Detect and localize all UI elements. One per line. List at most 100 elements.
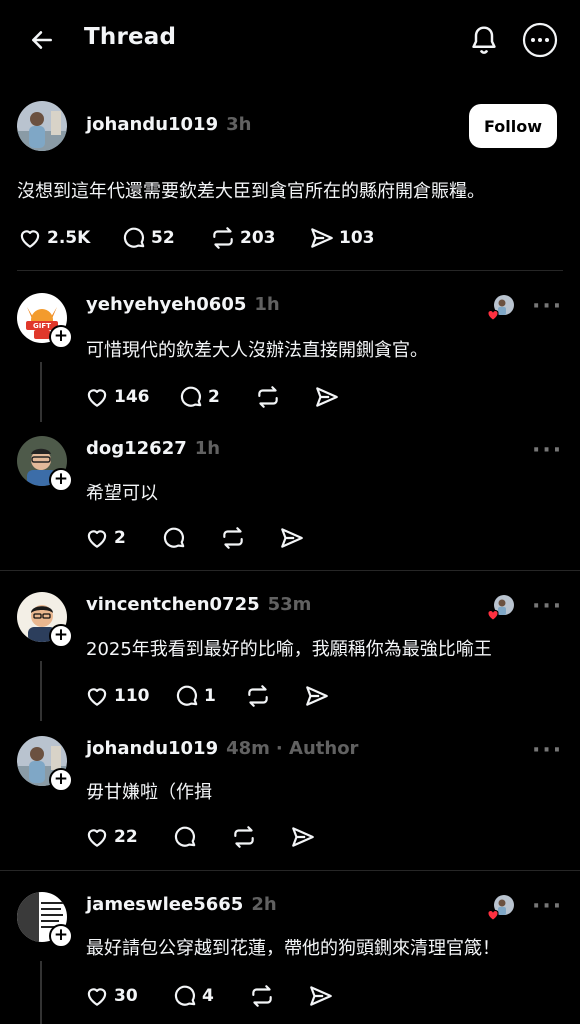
reply-text: 最好請包公穿越到花蓮，帶他的狗頭鍘來清理官箴！ — [86, 938, 500, 959]
like-count: 22 — [114, 827, 138, 847]
thread-line — [40, 661, 42, 721]
repost-icon — [258, 386, 278, 408]
heart-icon — [87, 829, 107, 847]
follow-plus-button[interactable]: + — [49, 768, 73, 792]
divider — [17, 270, 563, 271]
repost-icon — [248, 685, 268, 707]
repost-button[interactable] — [220, 525, 246, 551]
bell-icon — [472, 26, 496, 54]
comment-count: 52 — [151, 228, 175, 248]
heart-icon — [487, 310, 499, 321]
comment-icon — [180, 386, 202, 407]
comment-icon — [174, 826, 196, 847]
username[interactable]: dog12627 — [86, 438, 187, 459]
username[interactable]: johandu1019 — [86, 738, 218, 759]
more-options-button[interactable]: ··· — [532, 294, 563, 319]
timestamp: 1h — [194, 438, 221, 459]
heart-icon — [487, 910, 499, 921]
send-icon — [316, 387, 338, 407]
avatar[interactable] — [17, 101, 67, 151]
comment-icon — [163, 527, 185, 548]
like-count: 30 — [114, 986, 138, 1006]
reply-author-row: dog12627 1h — [86, 438, 220, 459]
timestamp: 1h — [254, 294, 280, 315]
like-button[interactable]: 2 — [84, 525, 126, 551]
follow-plus-button[interactable]: + — [49, 924, 73, 948]
send-icon — [310, 986, 332, 1006]
like-count: 110 — [114, 686, 150, 706]
more-circle-icon — [522, 22, 558, 58]
comment-button[interactable]: 52 — [121, 225, 175, 251]
more-options-button[interactable]: ··· — [532, 738, 563, 763]
heart-icon — [87, 530, 107, 548]
share-button[interactable] — [308, 983, 334, 1009]
comment-count: 1 — [204, 686, 216, 706]
page-title: Thread — [84, 24, 177, 50]
reply-text: 毋甘嫌啦（作揖 — [86, 782, 212, 803]
comment-button[interactable]: 2 — [178, 384, 220, 410]
repost-button[interactable] — [255, 384, 281, 410]
like-count: 2 — [114, 528, 126, 548]
notifications-button[interactable] — [466, 22, 502, 58]
like-button[interactable]: 110 — [84, 683, 150, 709]
follow-button[interactable]: Follow — [469, 104, 557, 148]
timestamp: 48m — [226, 738, 270, 759]
more-options-button[interactable] — [522, 22, 558, 58]
repost-button[interactable] — [249, 983, 275, 1009]
follow-plus-button[interactable]: + — [49, 624, 73, 648]
heart-icon — [87, 688, 107, 706]
back-button[interactable] — [26, 24, 58, 56]
username[interactable]: vincentchen0725 — [86, 594, 260, 615]
repost-button[interactable] — [231, 824, 257, 850]
liked-by-author-avatar — [486, 594, 516, 624]
liked-by-author-avatar — [486, 894, 516, 924]
repost-button[interactable] — [245, 683, 271, 709]
send-icon — [281, 528, 303, 548]
share-button[interactable] — [279, 525, 305, 551]
back-arrow-icon — [32, 31, 52, 49]
like-button[interactable]: 2.5K — [17, 225, 90, 251]
reply-text: 可惜現代的欽差大人沒辦法直接開鍘貪官。 — [86, 340, 428, 361]
repost-button[interactable]: 203 — [210, 225, 276, 251]
timestamp: 53m — [267, 594, 312, 615]
comment-icon — [123, 227, 145, 248]
post-text: 沒想到這年代還需要欽差大臣到貪官所在的縣府開倉賑糧。 — [17, 181, 485, 202]
heart-icon — [20, 230, 40, 248]
like-button[interactable]: 22 — [84, 824, 138, 850]
send-icon — [306, 686, 328, 706]
divider — [0, 870, 580, 871]
share-button[interactable] — [304, 683, 330, 709]
share-button[interactable] — [290, 824, 316, 850]
repost-icon — [234, 826, 254, 848]
author-tag: · Author — [275, 738, 359, 759]
username[interactable]: jameswlee5665 — [86, 894, 243, 915]
comment-count: 4 — [202, 986, 214, 1006]
comment-button[interactable]: 4 — [172, 983, 214, 1009]
comment-button[interactable] — [172, 824, 198, 850]
share-button[interactable] — [314, 384, 340, 410]
like-button[interactable]: 30 — [84, 983, 138, 1009]
like-button[interactable]: 146 — [84, 384, 150, 410]
divider — [0, 570, 580, 571]
more-options-button[interactable]: ··· — [532, 594, 563, 619]
comment-count: 2 — [208, 387, 220, 407]
heart-icon — [87, 389, 107, 407]
heart-icon — [487, 610, 499, 621]
username[interactable]: johandu1019 — [86, 114, 218, 135]
more-options-button[interactable]: ··· — [532, 894, 563, 919]
repost-icon — [223, 527, 243, 549]
reply-author-row: jameswlee5665 2h — [86, 894, 277, 915]
thread-line — [40, 362, 42, 422]
comment-button[interactable]: 1 — [174, 683, 216, 709]
thread-line — [40, 961, 42, 1024]
send-icon — [292, 827, 314, 847]
reply-text: 2025年我看到最好的比喻，我願稱你為最強比喻王 — [86, 639, 492, 660]
follow-plus-button[interactable]: + — [49, 468, 73, 492]
username[interactable]: yehyehyeh0605 — [86, 294, 246, 315]
share-button[interactable]: 103 — [309, 225, 375, 251]
more-options-button[interactable]: ··· — [532, 438, 563, 463]
follow-plus-button[interactable]: + — [49, 325, 73, 349]
comment-button[interactable] — [161, 525, 187, 551]
heart-icon — [87, 988, 107, 1006]
reply-author-row: vincentchen0725 53m — [86, 594, 311, 615]
